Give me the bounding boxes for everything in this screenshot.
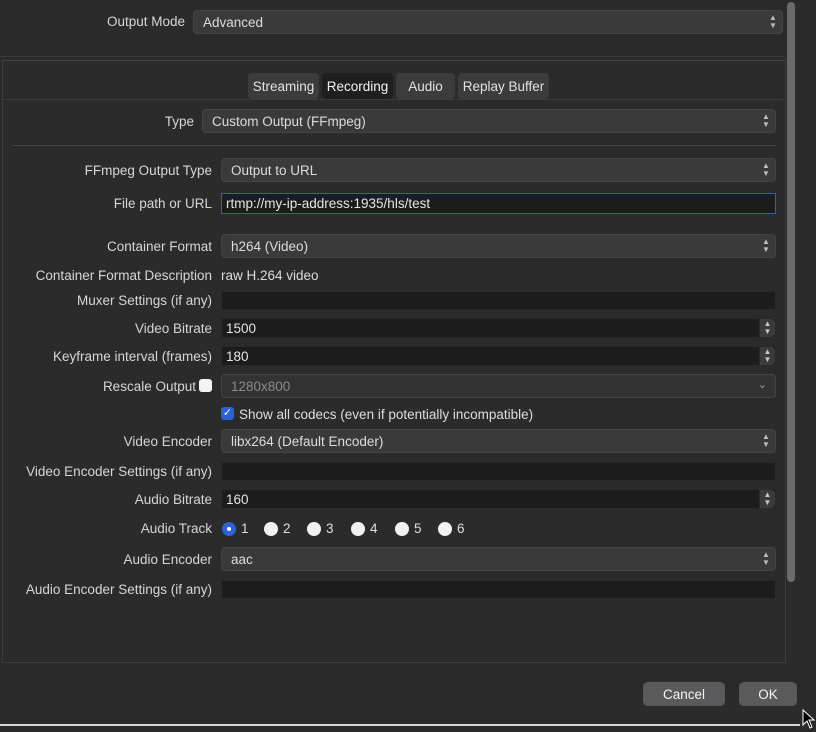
audio-bitrate-value: 160 xyxy=(226,491,249,507)
audio-bitrate-input[interactable]: 160 ▲ ▼ xyxy=(221,489,776,509)
type-value: Custom Output (FFmpeg) xyxy=(212,113,366,129)
video-encoder-settings-label: Video Encoder Settings (if any) xyxy=(26,464,212,479)
audio-track-radio-2[interactable] xyxy=(264,522,278,536)
muxer-settings-input[interactable] xyxy=(221,291,776,310)
video-encoder-select[interactable]: libx264 (Default Encoder) ▲ ▼ xyxy=(221,429,776,453)
rescale-resolution-value: 1280x800 xyxy=(231,378,291,394)
container-format-label: Container Format xyxy=(106,239,212,254)
audio-track-label-6: 6 xyxy=(457,521,465,536)
audio-encoder-settings-label: Audio Encoder Settings (if any) xyxy=(25,582,212,597)
audio-track-label-1: 1 xyxy=(241,521,249,536)
container-format-value: h264 (Video) xyxy=(231,238,309,254)
section-divider xyxy=(12,145,776,146)
scrollbar-thumb[interactable] xyxy=(787,2,795,582)
tab-recording[interactable]: Recording xyxy=(322,73,393,99)
audio-encoder-label: Audio Encoder xyxy=(123,552,212,567)
audio-track-label-3: 3 xyxy=(326,521,334,536)
spinner-arrows-icon[interactable]: ▲ ▼ xyxy=(759,347,775,365)
audio-track-radio-6[interactable] xyxy=(438,522,452,536)
output-mode-value: Advanced xyxy=(203,14,264,30)
rescale-output-label: Rescale Output xyxy=(102,379,196,394)
chevron-updown-icon: ▲ ▼ xyxy=(762,161,770,178)
show-all-codecs-label[interactable]: Show all codecs (even if potentially inc… xyxy=(239,407,533,422)
rescale-resolution-select[interactable]: 1280x800 ⌄ xyxy=(221,374,776,398)
ffmpeg-output-type-value: Output to URL xyxy=(231,162,318,178)
audio-track-radio-4[interactable] xyxy=(351,522,365,536)
cancel-button[interactable]: Cancel xyxy=(643,682,725,706)
audio-bitrate-label: Audio Bitrate xyxy=(134,492,212,507)
spinner-arrows-icon[interactable]: ▲ ▼ xyxy=(759,490,775,508)
output-mode-label: Output Mode xyxy=(106,14,185,29)
chevron-down-icon: ⌄ xyxy=(757,379,767,391)
output-mode-select[interactable]: Advanced ▲ ▼ xyxy=(193,10,783,34)
video-encoder-label: Video Encoder xyxy=(123,434,212,449)
video-encoder-settings-input[interactable] xyxy=(221,462,776,481)
audio-track-radio-5[interactable] xyxy=(395,522,409,536)
ffmpeg-output-type-select[interactable]: Output to URL ▲ ▼ xyxy=(221,158,776,182)
window-bottom-edge xyxy=(0,724,800,726)
keyframe-interval-label: Keyframe interval (frames) xyxy=(52,349,212,364)
audio-track-radio-3[interactable] xyxy=(307,522,321,536)
video-bitrate-value: 1500 xyxy=(226,320,257,336)
ok-button[interactable]: OK xyxy=(739,682,797,706)
type-select[interactable]: Custom Output (FFmpeg) ▲ ▼ xyxy=(202,109,776,133)
audio-track-label-5: 5 xyxy=(414,521,422,536)
rescale-output-checkbox[interactable] xyxy=(199,379,212,392)
show-all-codecs-checkbox[interactable]: ✓ xyxy=(221,407,234,420)
chevron-updown-icon: ▲ ▼ xyxy=(762,112,770,129)
tab-divider xyxy=(3,99,783,100)
audio-track-label-2: 2 xyxy=(283,521,291,536)
ffmpeg-output-type-label: FFmpeg Output Type xyxy=(84,163,212,178)
container-desc-value: raw H.264 video xyxy=(221,268,319,283)
video-encoder-value: libx264 (Default Encoder) xyxy=(231,433,384,449)
chevron-updown-icon: ▲ ▼ xyxy=(762,432,770,449)
video-bitrate-label: Video Bitrate xyxy=(134,321,212,336)
audio-encoder-value: aac xyxy=(231,551,253,567)
tab-streaming[interactable]: Streaming xyxy=(248,73,319,99)
audio-track-label: Audio Track xyxy=(140,521,212,536)
video-bitrate-input[interactable]: 1500 ▲ ▼ xyxy=(221,318,776,338)
audio-track-label-4: 4 xyxy=(370,521,378,536)
muxer-settings-label: Muxer Settings (if any) xyxy=(76,293,212,308)
keyframe-interval-value: 180 xyxy=(226,348,249,364)
tab-replay-buffer[interactable]: Replay Buffer xyxy=(458,73,549,99)
keyframe-interval-input[interactable]: 180 ▲ ▼ xyxy=(221,346,776,366)
audio-encoder-settings-input[interactable] xyxy=(221,580,776,599)
cursor-icon xyxy=(802,709,815,729)
type-label: Type xyxy=(164,114,194,129)
audio-encoder-select[interactable]: aac ▲ ▼ xyxy=(221,547,776,571)
spinner-arrows-icon[interactable]: ▲ ▼ xyxy=(759,319,775,337)
audio-track-radio-1[interactable] xyxy=(222,522,236,536)
chevron-updown-icon: ▲ ▼ xyxy=(769,13,777,30)
tab-audio[interactable]: Audio xyxy=(396,73,455,99)
chevron-updown-icon: ▲ ▼ xyxy=(762,550,770,567)
file-path-label: File path or URL xyxy=(113,196,212,211)
container-desc-label: Container Format Description xyxy=(35,268,212,283)
file-path-input[interactable]: rtmp://my-ip-address:1935/hls/test xyxy=(221,193,776,214)
container-format-select[interactable]: h264 (Video) ▲ ▼ xyxy=(221,234,776,258)
chevron-updown-icon: ▲ ▼ xyxy=(762,237,770,254)
